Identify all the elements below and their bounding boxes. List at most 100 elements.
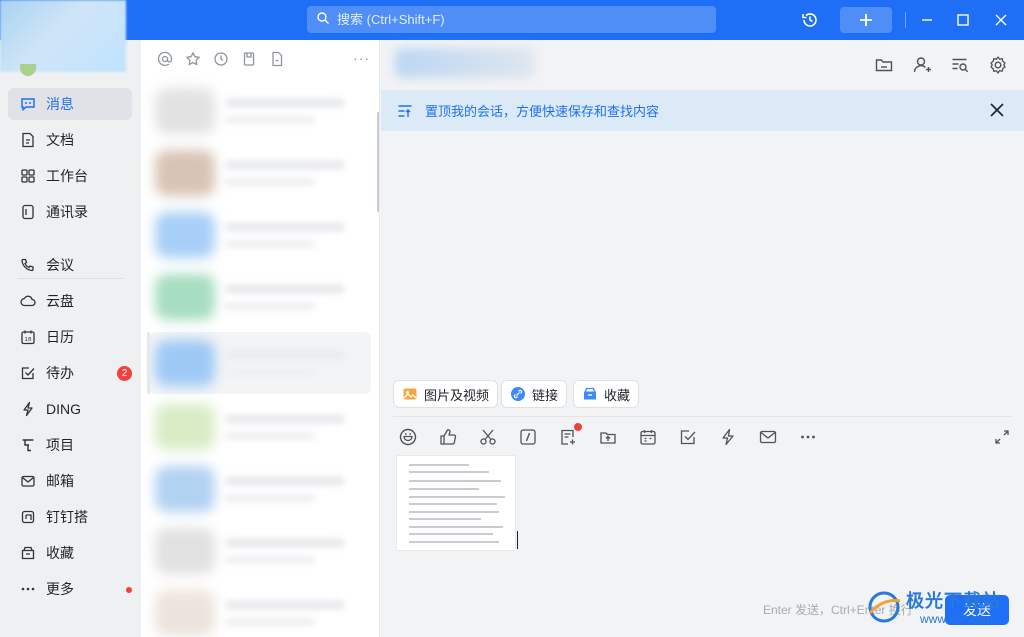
contacts-book-icon [20,204,36,220]
bookmark-icon[interactable] [241,51,257,67]
search-input[interactable]: 搜索 (Ctrl+Shift+F) [307,6,716,33]
maximize-icon [957,14,969,26]
more-dots-icon [20,581,36,597]
pasted-document-image[interactable] [396,455,516,551]
list-item[interactable] [149,332,371,394]
cloud-icon [20,293,36,309]
emoji-button[interactable] [398,427,418,447]
list-item[interactable] [149,266,371,328]
mail-button[interactable] [758,427,778,447]
search-chat-button[interactable] [949,54,971,76]
expand-icon [995,430,1009,444]
banner-close-icon[interactable] [988,101,1006,119]
filter-more-button[interactable]: ··· [353,50,370,66]
ding-lightning-icon [722,428,734,446]
nav-item-mail[interactable]: 邮箱 [8,465,132,497]
like-button[interactable] [438,427,458,447]
search-placeholder: 搜索 (Ctrl+Shift+F) [337,12,445,27]
quick-images-videos-button[interactable]: 图片及视频 [393,380,499,408]
nav-item-favorites[interactable]: 收藏 [8,537,132,569]
watermark-logo-icon [868,591,901,623]
history-button[interactable] [796,7,824,33]
clock-icon[interactable] [213,51,229,67]
chat-settings-button[interactable] [987,54,1009,76]
user-profile-blurred[interactable] [0,0,126,72]
add-member-button[interactable] [911,54,933,76]
conversation-scrollbar[interactable] [377,112,379,212]
document-icon [20,132,36,148]
todo-check-icon [20,365,36,381]
nav-item-cloud[interactable]: 云盘 [8,285,132,317]
expand-composer-button[interactable] [992,427,1012,447]
site-watermark: 极光下载站 www.xz7.com [864,585,1024,637]
nav-item-meeting[interactable]: 会议 [8,249,132,281]
quick-action-label: 链接 [532,387,559,403]
plus-icon [860,14,872,26]
todo-count-badge: 2 [117,366,132,381]
quick-favorites-button[interactable]: 收藏 [573,380,640,408]
nav-item-label: DING [46,401,81,417]
nav-item-label: 更多 [46,581,74,597]
nav-item-label: 项目 [46,437,74,453]
list-item[interactable] [149,458,371,520]
gear-icon [990,56,1006,74]
nav-item-label: 收藏 [46,545,74,561]
schedule-button[interactable] [638,427,658,447]
nav-item-label: 邮箱 [46,473,74,489]
add-user-icon [913,57,931,73]
scissors-icon [480,429,496,445]
nav-item-label: 文档 [46,132,74,148]
emoji-icon [399,428,417,446]
nav-item-label: 消息 [46,96,74,112]
more-tools-button[interactable] [798,427,818,447]
star-icon[interactable] [185,51,201,67]
at-mention-icon[interactable] [157,51,173,67]
upload-file-button[interactable] [598,427,618,447]
image-icon [402,386,418,402]
banner-text: 置顶我的会话，方便快速保存和查找内容 [425,104,660,119]
history-icon [802,13,817,27]
build-block-icon [20,509,36,525]
list-item[interactable] [149,582,371,637]
favorites-box-icon [20,545,36,561]
create-button[interactable] [840,7,892,33]
nav-item-contacts[interactable]: 通讯录 [8,196,132,228]
thumbs-up-icon [440,429,457,445]
quick-command-button[interactable] [518,427,538,447]
upload-icon [600,432,616,444]
selected-indicator [147,332,150,394]
minimize-button[interactable] [914,7,940,33]
nav-item-messages[interactable]: 消息 [8,88,132,120]
ding-button[interactable] [718,427,738,447]
grid-apps-icon [20,168,36,184]
pin-list-icon [398,105,412,117]
list-item[interactable] [149,396,371,458]
chat-files-button[interactable] [873,54,895,76]
list-item[interactable] [149,520,371,582]
close-button[interactable] [988,7,1014,33]
nav-item-ding[interactable]: DING [8,393,132,425]
list-item[interactable] [149,204,371,266]
nav-item-calendar[interactable]: 18 日历 [8,321,132,353]
close-icon [995,14,1007,26]
screenshot-button[interactable] [478,427,498,447]
quick-action-label: 图片及视频 [424,387,490,403]
composer-divider [393,416,1013,417]
nav-item-more[interactable]: 更多 [8,573,132,605]
list-item[interactable] [149,80,371,142]
maximize-button[interactable] [950,7,976,33]
nav-item-docs[interactable]: 文档 [8,124,132,156]
nav-item-project[interactable]: 项目 [8,429,132,461]
task-button[interactable] [678,427,698,447]
titlebar-divider [905,12,906,28]
file-icon[interactable] [269,51,285,67]
list-item[interactable] [149,142,371,204]
quick-link-button[interactable]: 链接 [501,380,568,408]
title-bar: 搜索 (Ctrl+Shift+F) [0,0,1024,40]
search-list-icon [952,58,969,73]
more-notification-dot [126,587,132,593]
nav-item-label: 工作台 [46,168,88,184]
nav-item-workbench[interactable]: 工作台 [8,160,132,192]
nav-item-dingda[interactable]: 钉钉搭 [8,501,132,533]
nav-item-todo[interactable]: 待办 2 [8,357,132,389]
